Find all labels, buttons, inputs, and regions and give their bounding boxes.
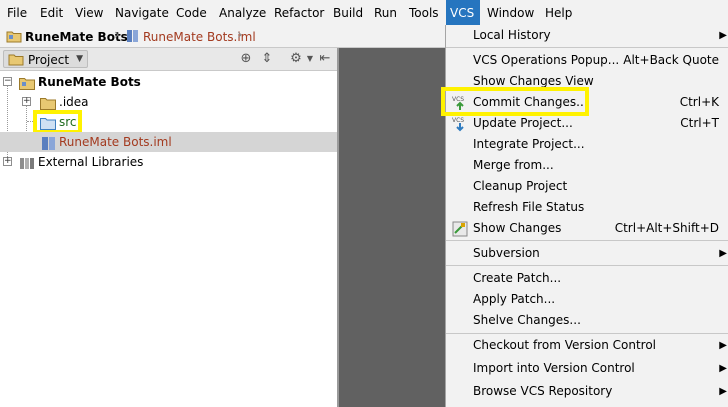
menu-tools[interactable]: Tools	[405, 0, 443, 26]
project-view-label: Project	[28, 53, 70, 67]
menu-item-label: Browse VCS Repository	[473, 384, 613, 398]
tree-item-root[interactable]: − RuneMate Bots	[0, 72, 339, 92]
menu-item-label: Checkout from Version Control	[473, 338, 657, 352]
menu-item-update-project[interactable]: VCS Update Project... Ctrl+T	[446, 113, 728, 134]
submenu-arrow-icon: ▶	[719, 386, 727, 397]
menu-refactor[interactable]: Refactor	[270, 0, 328, 26]
menu-item-cleanup-project[interactable]: Cleanup Project	[446, 176, 728, 197]
menu-item-label: Show Changes	[473, 221, 562, 235]
menu-item-subversion[interactable]: Subversion ▶	[446, 243, 728, 264]
expand-icon[interactable]: +	[3, 157, 12, 166]
menu-navigate[interactable]: Navigate	[111, 0, 173, 26]
hide-panel-icon[interactable]: ⇤	[317, 51, 333, 67]
menu-item-label: Cleanup Project	[473, 179, 568, 193]
tree-label-external-libraries: External Libraries	[38, 155, 144, 169]
iml-file-icon	[42, 136, 58, 150]
menu-run[interactable]: Run	[370, 0, 401, 26]
tree-item-external-libraries[interactable]: + External Libraries	[0, 152, 339, 172]
menu-item-shelve-changes[interactable]: Shelve Changes...	[446, 310, 728, 331]
menu-separator	[446, 333, 728, 334]
menu-item-label: Subversion	[473, 246, 540, 260]
project-tree: − RuneMate Bots + .idea src RuneMate Bot…	[0, 71, 339, 407]
menu-item-label: Create Patch...	[473, 271, 562, 285]
menu-item-label: Merge from...	[473, 158, 554, 172]
menu-separator	[446, 240, 728, 241]
menu-item-browse-repository[interactable]: Browse VCS Repository ▶	[446, 381, 728, 402]
project-view-selector[interactable]: Project ▼	[3, 50, 88, 68]
tree-label-idea: .idea	[59, 95, 89, 109]
menu-vcs[interactable]: VCS	[446, 0, 480, 26]
menu-item-merge-from[interactable]: Merge from...	[446, 155, 728, 176]
menu-item-label: Refresh File Status	[473, 200, 585, 214]
project-view-icon	[8, 52, 24, 69]
menu-item-label: Import into Version Control	[473, 361, 635, 375]
submenu-arrow-icon: ▶	[719, 340, 727, 351]
project-tool-header: Project ▼ ⊕ ⇕ ⚙ ▼ ⇤	[0, 48, 339, 71]
editor-area[interactable]	[339, 48, 445, 407]
menu-separator	[446, 47, 728, 48]
menu-bar: File Edit View Navigate Code Analyze Ref…	[0, 0, 728, 26]
menu-item-label: Integrate Project...	[473, 137, 585, 151]
breadcrumb-chevron-icon: ›	[114, 27, 120, 43]
gear-dropdown-icon[interactable]: ▼	[302, 51, 318, 67]
menu-file[interactable]: File	[3, 0, 31, 26]
submenu-arrow-icon: ▶	[719, 30, 727, 41]
menu-analyze[interactable]: Analyze	[215, 0, 270, 26]
menu-window[interactable]: Window	[483, 0, 538, 26]
vcs-dropdown-menu: Local History ▶ VCS Operations Popup... …	[445, 25, 728, 407]
menu-item-shortcut: Ctrl+K	[679, 95, 719, 109]
menu-help[interactable]: Help	[541, 0, 576, 26]
library-icon	[19, 156, 35, 169]
iml-file-icon	[126, 29, 140, 45]
tree-label-root: RuneMate Bots	[38, 75, 141, 89]
menu-item-show-changes[interactable]: Show Changes Ctrl+Alt+Shift+D	[446, 218, 728, 239]
menu-item-refresh-file-status[interactable]: Refresh File Status	[446, 197, 728, 218]
menu-item-shortcut: Ctrl+Alt+Shift+D	[614, 221, 719, 235]
menu-item-label: Apply Patch...	[473, 292, 556, 306]
collapse-icon[interactable]: −	[3, 77, 12, 86]
submenu-arrow-icon: ▶	[719, 248, 727, 259]
locate-target-icon[interactable]: ⊕	[238, 51, 254, 67]
breadcrumb-end-chevron-icon: ›	[237, 27, 243, 43]
commit-highlight-box	[441, 87, 589, 116]
vcs-badge-text: VCS	[452, 117, 464, 124]
menu-item-label: Local History	[473, 28, 551, 42]
folder-icon	[40, 96, 56, 110]
menu-item-label: Shelve Changes...	[473, 313, 581, 327]
menu-code[interactable]: Code	[172, 0, 211, 26]
menu-view[interactable]: View	[71, 0, 107, 26]
show-changes-icon	[452, 221, 468, 237]
tree-item-idea[interactable]: + .idea	[0, 92, 339, 112]
expand-icon[interactable]: +	[22, 97, 31, 106]
src-highlight-box	[33, 110, 82, 134]
project-folder-icon	[6, 29, 22, 45]
menu-item-checkout[interactable]: Checkout from Version Control ▶	[446, 335, 728, 356]
menu-item-import[interactable]: Import into Version Control ▶	[446, 358, 728, 379]
menu-item-create-patch[interactable]: Create Patch...	[446, 268, 728, 289]
menu-item-shortcut: Ctrl+T	[680, 116, 719, 130]
tree-item-iml[interactable]: RuneMate Bots.iml	[0, 132, 339, 152]
breadcrumb: RuneMate Bots › RuneMate Bots.iml ›	[0, 26, 445, 48]
collapse-all-icon[interactable]: ⇕	[259, 51, 275, 67]
menu-item-vcs-operations-popup[interactable]: VCS Operations Popup... Alt+Back Quote	[446, 50, 728, 71]
tree-label-iml: RuneMate Bots.iml	[59, 135, 172, 149]
submenu-arrow-icon: ▶	[719, 363, 727, 374]
chevron-down-icon: ▼	[76, 54, 83, 64]
breadcrumb-project[interactable]: RuneMate Bots	[25, 29, 128, 45]
menu-item-shortcut: Alt+Back Quote	[623, 53, 719, 67]
menu-separator	[446, 265, 728, 266]
project-folder-icon	[19, 76, 35, 90]
menu-build[interactable]: Build	[329, 0, 367, 26]
update-icon: VCS	[452, 116, 468, 132]
menu-item-integrate-project[interactable]: Integrate Project...	[446, 134, 728, 155]
menu-edit[interactable]: Edit	[36, 0, 67, 26]
menu-item-label: VCS Operations Popup...	[473, 53, 620, 67]
menu-item-label: Update Project...	[473, 116, 573, 130]
menu-item-apply-patch[interactable]: Apply Patch...	[446, 289, 728, 310]
menu-item-local-history[interactable]: Local History ▶	[446, 25, 728, 46]
